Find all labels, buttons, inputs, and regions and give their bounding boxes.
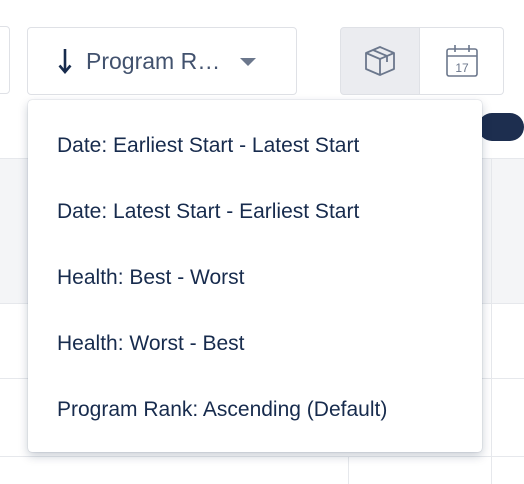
sort-options-menu: Date: Earliest Start - Latest Start Date… — [28, 100, 482, 452]
chevron-down-icon — [240, 58, 256, 66]
sort-option-date-earliest-latest[interactable]: Date: Earliest Start - Latest Start — [28, 113, 482, 179]
table-column-divider — [491, 158, 492, 484]
calendar-day-number: 17 — [455, 61, 469, 75]
sort-dropdown-button[interactable]: Program R… — [27, 27, 297, 95]
view-toggle-calendar-button[interactable]: 17 — [420, 27, 504, 95]
sort-option-program-rank-ascending[interactable]: Program Rank: Ascending (Default) — [28, 377, 482, 443]
filter-input-partial[interactable] — [0, 26, 10, 94]
timeline-drag-handle[interactable] — [478, 113, 524, 141]
sort-option-health-worst-best[interactable]: Health: Worst - Best — [28, 311, 482, 377]
sort-selected-label: Program R… — [86, 47, 221, 74]
table-column-divider — [348, 456, 349, 484]
calendar-icon: 17 — [445, 45, 478, 77]
package-box-icon — [365, 46, 395, 76]
sort-option-date-latest-earliest[interactable]: Date: Latest Start - Earliest Start — [28, 179, 482, 245]
table-row-divider — [0, 456, 524, 457]
view-toggle-box-button[interactable] — [340, 27, 420, 95]
sort-option-health-best-worst[interactable]: Health: Best - Worst — [28, 245, 482, 311]
arrow-down-icon — [58, 49, 72, 74]
